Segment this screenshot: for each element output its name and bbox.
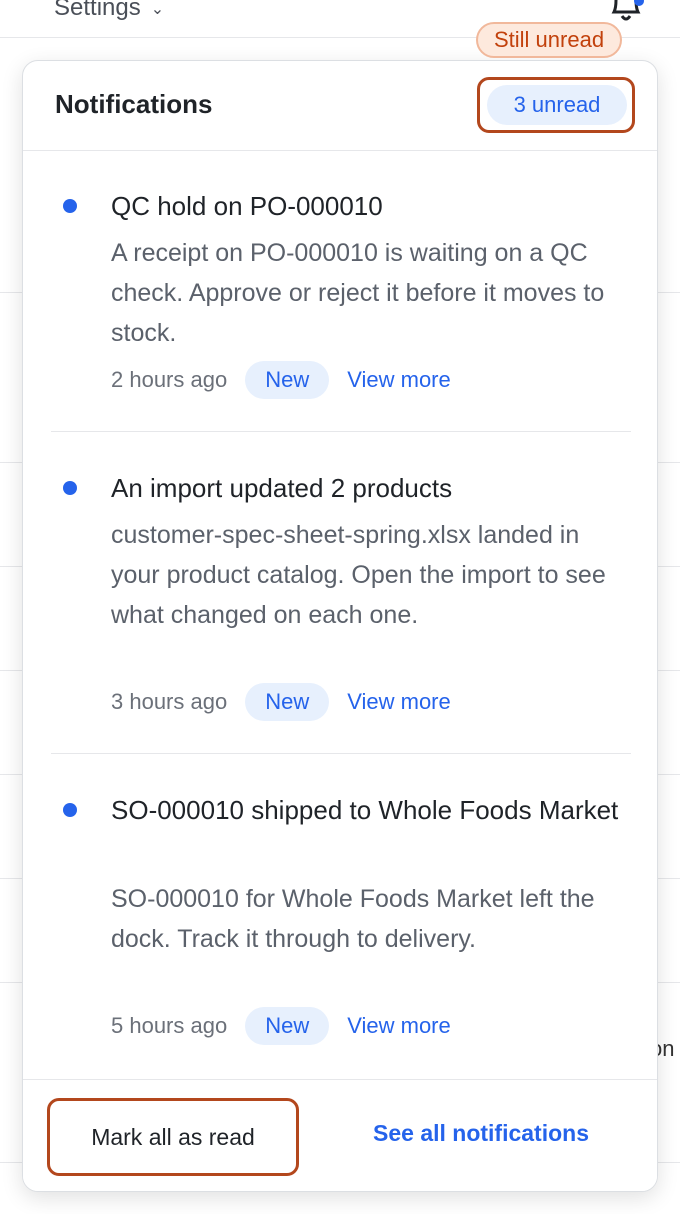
unread-dot-icon	[63, 481, 77, 495]
see-all-notifications-link[interactable]: See all notifications	[373, 1120, 589, 1147]
notification-time: 3 hours ago	[111, 689, 228, 714]
mark-all-read-button[interactable]: Mark all as read	[57, 1106, 289, 1168]
notification-meta: 5 hours ago New View more	[111, 1007, 451, 1045]
new-badge: New	[245, 683, 330, 721]
settings-menu[interactable]: Settings ⌄	[54, 0, 164, 22]
still-unread-tag: Still unread	[476, 22, 623, 58]
page: Settings ⌄ on Still unread Notifications…	[0, 0, 680, 1214]
popover-header: Notifications 3 unread	[23, 61, 657, 151]
new-badge: New	[245, 361, 330, 399]
notification-body: customer-spec-sheet-spring.xlsx landed i…	[111, 521, 606, 629]
item-divider	[51, 431, 631, 432]
notification-title: QC hold on PO-000010	[111, 191, 383, 221]
notification-body: SO-000010 for Whole Foods Market left th…	[111, 885, 595, 953]
settings-label: Settings	[54, 0, 141, 21]
view-more-link[interactable]: View more	[347, 1013, 451, 1039]
notification-meta: 2 hours ago New View more	[111, 361, 451, 399]
new-badge: New	[245, 1007, 330, 1045]
notification-title: An import updated 2 products	[111, 473, 453, 503]
notifications-popover: Notifications 3 unread QC hold on PO-000…	[22, 60, 658, 1192]
notification-meta: 3 hours ago New View more	[111, 683, 451, 721]
notification-time: 5 hours ago	[111, 1013, 228, 1038]
view-more-link[interactable]: View more	[347, 689, 451, 715]
notification-title: SO-000010 shipped to Whole Foods Market	[111, 795, 619, 825]
unread-dot-icon	[63, 199, 77, 213]
popover-footer: Mark all as read See all notifications	[23, 1079, 657, 1191]
unread-dot-icon	[63, 803, 77, 817]
notification-time: 2 hours ago	[111, 367, 228, 392]
view-more-link[interactable]: View more	[347, 367, 451, 393]
item-divider	[51, 753, 631, 754]
unread-count-badge: 3 unread	[487, 85, 627, 125]
notification-body: A receipt on PO-000010 is waiting on a Q…	[111, 239, 605, 347]
notification-item[interactable]: SO-000010 shipped to Whole Foods Market …	[23, 755, 657, 1075]
notification-item[interactable]: An import updated 2 products customer-sp…	[23, 433, 657, 753]
popover-title: Notifications	[55, 89, 213, 119]
chevron-down-icon: ⌄	[150, 1, 165, 18]
